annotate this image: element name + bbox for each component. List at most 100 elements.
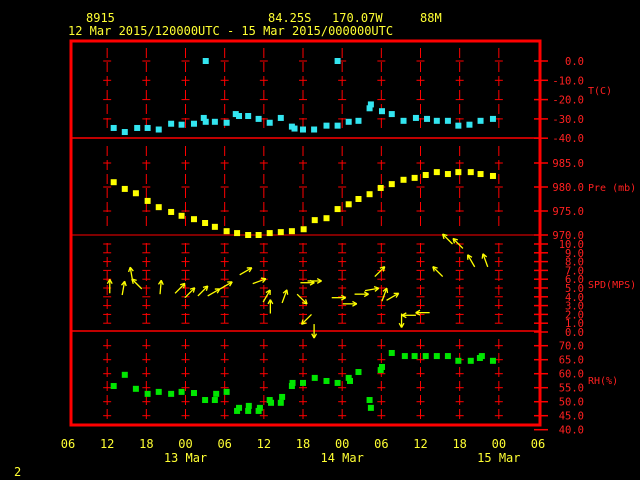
wind-vector [296,293,308,305]
pressure-point [422,172,429,178]
data-marks [106,58,496,414]
axis-labels: 0.0 -10.0 -20.0 -30.0 -40.0 T(C) 985.0 980.0 975… [61,56,636,465]
y-tick-label: 40.0 [559,425,584,437]
y-tick-label: 975.0 [552,206,584,218]
pressure-point [288,228,295,235]
wind-vector [331,294,347,301]
pressure-point [245,232,252,238]
x-date-label: 13 Mar [164,451,207,465]
x-tick-label: 06 [217,437,231,451]
pressure-point [477,171,484,178]
wind-vector [281,289,289,304]
temperature-point [134,124,141,131]
x-tick-label: 18 [139,437,153,451]
relative-humidity-point [213,390,220,397]
pressure-point [411,174,418,181]
relative-humidity-point [178,388,185,395]
relative-humidity-point [132,385,139,392]
y-tick-label: 985.0 [552,158,584,170]
relative-humidity-point [268,399,275,406]
relative-humidity-point [256,404,263,411]
temperature-point [144,124,151,131]
relative-humidity-point [334,379,341,386]
temperature-point [121,129,128,136]
pressure-point [467,169,474,176]
wind-vector [197,285,209,297]
temperature-point [378,108,385,115]
wind-vector [441,233,453,245]
wind-arrow-head [127,266,131,273]
y-tick-label: -40.0 [552,133,584,145]
pressure-point [277,229,284,236]
relative-humidity-point [289,379,296,386]
relative-humidity-point [202,397,209,404]
unit-label: SPD(MPS) [588,280,636,291]
wind-vector [386,292,400,301]
y-tick-label: 55.0 [559,383,584,395]
temperature-point [245,113,252,120]
pressure-point [377,184,384,191]
y-tick-label: 70.0 [559,341,584,353]
wind-vector [381,287,389,302]
pressure-point [223,228,230,235]
relative-humidity-point [311,374,318,381]
relative-humidity-point [467,357,474,364]
relative-humidity-point [211,397,218,404]
wind-arrow-head [481,253,484,259]
relative-humidity-point [190,390,197,397]
pressure-point [433,169,440,176]
pressure-point [168,208,175,215]
temperature-point [412,114,419,121]
temperature-point [477,117,484,124]
temperature-point [110,124,117,131]
temperature-point [211,118,218,125]
relative-humidity-point [422,353,429,360]
temperature-point [168,120,175,127]
station-id: 8915 [86,11,115,25]
temperature-point [424,115,431,122]
wind-vector [267,299,274,314]
wind-vector [252,277,267,285]
y-tick-label: 980.0 [552,182,584,194]
pressure-point [255,232,262,238]
pressure-point [121,185,128,192]
y-tick-label: 60.0 [559,369,584,381]
temperature-point [300,126,306,133]
temperature-point [291,125,298,132]
wind-vector [374,266,386,278]
latitude: 84.25S [268,11,311,25]
relative-humidity-point [144,390,151,397]
wind-vector [481,253,489,268]
time-range: 12 Mar 2015/120000UTC - 15 Mar 2015/0000… [68,24,393,38]
unit-label: T(C) [588,86,612,97]
x-tick-label: 18 [452,437,466,451]
pressure-point [190,216,197,223]
wind-vector [239,267,253,276]
x-tick-label: 00 [492,437,506,451]
temperature-point [334,122,341,129]
temperature-point [178,121,185,128]
temperature-point [345,118,352,125]
wind-arrow-shaft [452,238,464,249]
wind-vector [157,279,164,295]
relative-humidity-point [168,390,175,397]
wind-arrow-shaft [296,293,308,305]
temperature-point [355,117,362,124]
pressure-point [266,230,273,237]
x-tick-label: 06 [374,437,388,451]
relative-humidity-point [433,353,440,360]
relative-humidity-point [378,363,385,370]
relative-humidity-point [355,369,362,376]
y-tick-label: 0.0 [565,56,584,68]
y-tick-label: 65.0 [559,355,584,367]
wind-vector [354,291,369,298]
relative-humidity-point [279,393,286,400]
temperature-point [400,117,407,124]
relative-humidity-point [155,388,162,395]
relative-humidity-point [110,383,117,390]
relative-humidity-point [489,357,496,364]
x-tick-label: 18 [296,437,310,451]
wind-vector [131,278,143,290]
wind-arrow-head [373,285,380,289]
x-tick-label: 12 [257,437,271,451]
